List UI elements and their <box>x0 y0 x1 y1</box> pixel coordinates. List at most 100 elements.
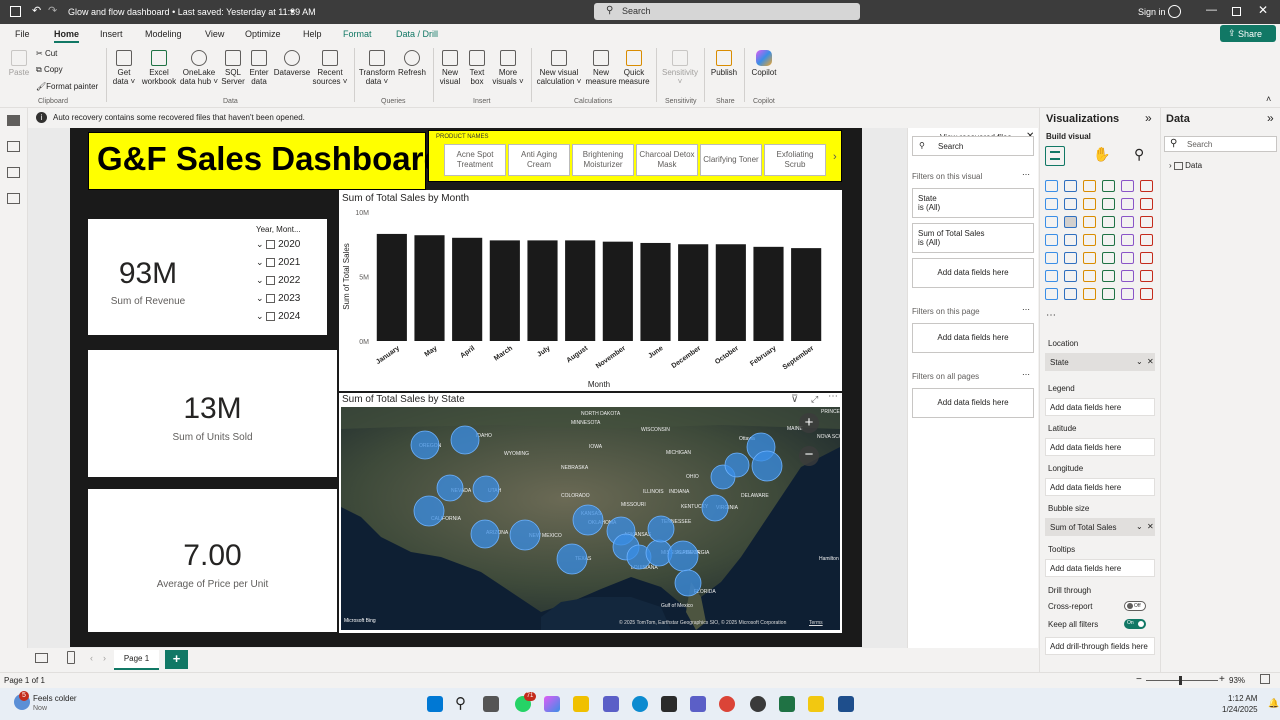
mobile-layout-icon[interactable] <box>67 651 75 664</box>
chevron-down-icon[interactable]: ⌄ <box>1136 522 1143 531</box>
map-bubble[interactable] <box>410 430 440 460</box>
transform-data-button[interactable]: Transform data ˅ <box>358 50 396 86</box>
page-tab[interactable]: Page 1 <box>114 650 159 670</box>
map-bubble[interactable] <box>470 519 500 549</box>
visual-type-icon[interactable] <box>1045 252 1058 264</box>
checkbox[interactable] <box>266 275 276 285</box>
title-dropdown-icon[interactable]: ▾ <box>290 7 294 16</box>
visual-type-icon[interactable] <box>1083 180 1096 192</box>
latitude-well[interactable]: Add data fields here <box>1045 438 1155 456</box>
keep-filters-toggle[interactable]: On <box>1124 619 1146 629</box>
menu-help[interactable]: Help <box>303 29 322 39</box>
checkbox[interactable] <box>266 311 276 321</box>
maximize-icon[interactable] <box>1232 7 1241 16</box>
model-view-icon[interactable] <box>7 167 20 178</box>
visual-type-icon[interactable] <box>1102 252 1115 264</box>
map-bubble[interactable] <box>450 425 480 455</box>
map-bubble[interactable] <box>701 494 729 522</box>
chevron-down-icon[interactable]: ⌄ <box>256 275 264 285</box>
visual-type-icon[interactable] <box>1045 180 1058 192</box>
report-view-icon[interactable] <box>7 115 20 126</box>
product-button[interactable]: Exfoliating Scrub <box>764 144 826 176</box>
share-button[interactable]: ⇪ Share <box>1220 25 1276 42</box>
notifications-icon[interactable]: 🔔 <box>1268 698 1279 709</box>
edge-icon[interactable] <box>632 696 648 712</box>
task-view-icon[interactable] <box>483 696 499 712</box>
minimize-icon[interactable]: — <box>1206 4 1217 16</box>
filter-card-state[interactable]: State is (All) <box>912 188 1034 218</box>
longitude-well[interactable]: Add data fields here <box>1045 478 1155 496</box>
visual-type-icon[interactable] <box>1045 234 1058 246</box>
format-painter-button[interactable]: 🖌Format painter <box>36 82 98 91</box>
visual-type-icon[interactable] <box>1121 288 1134 300</box>
visual-type-icon[interactable] <box>1140 198 1153 210</box>
refresh-button[interactable]: Refresh <box>397 50 427 77</box>
zoom-in-icon[interactable]: + <box>1219 674 1225 685</box>
visual-type-icon[interactable] <box>1102 234 1115 246</box>
year-slicer-item[interactable]: ⌄ 2023 <box>256 293 316 307</box>
paste-button[interactable]: Paste <box>6 50 32 77</box>
visual-type-icon[interactable] <box>1121 180 1134 192</box>
recent-sources-button[interactable]: Recent sources ˅ <box>312 50 348 86</box>
chevron-down-icon[interactable]: ⌄ <box>256 257 264 267</box>
product-button[interactable]: Anti Aging Cream <box>508 144 570 176</box>
visual-type-icon[interactable] <box>1140 288 1153 300</box>
copy-button[interactable]: ⧉ Copy <box>36 65 63 75</box>
visual-type-icon[interactable] <box>1045 270 1058 282</box>
product-button[interactable]: Brightening Moisturizer <box>572 144 634 176</box>
publish-button[interactable]: Publish <box>708 50 740 77</box>
app-icon[interactable] <box>690 696 706 712</box>
map-bubble[interactable] <box>556 543 588 575</box>
visual-type-icon[interactable] <box>1064 234 1077 246</box>
collapse-ribbon-icon[interactable]: ˄ <box>1266 94 1271 104</box>
map-bubble[interactable] <box>751 450 783 482</box>
save-icon[interactable] <box>10 6 21 17</box>
visual-type-icon[interactable] <box>1064 252 1077 264</box>
start-icon[interactable] <box>427 696 443 712</box>
visual-type-icon[interactable] <box>1083 198 1096 210</box>
chevron-down-icon[interactable]: ⌄ <box>256 311 264 321</box>
more-options-icon[interactable]: ⋯ <box>1022 370 1030 379</box>
menu-modeling[interactable]: Modeling <box>145 29 182 39</box>
analytics-icon[interactable]: ⚲ <box>1134 146 1144 163</box>
sign-in-link[interactable]: Sign in <box>1138 7 1166 17</box>
filter-drop-zone[interactable]: Add data fields here <box>912 258 1034 288</box>
new-visual-calc-button[interactable]: New visual calculation ˅ <box>535 50 583 86</box>
visual-type-icon[interactable] <box>1140 234 1153 246</box>
zoom-slider[interactable] <box>1146 676 1218 685</box>
visual-type-icon[interactable] <box>1102 270 1115 282</box>
bar-chart-visual[interactable]: Sum of Total Sales by Month Sum of Total … <box>339 190 842 391</box>
visual-type-icon[interactable] <box>1140 180 1153 192</box>
store-icon[interactable] <box>661 696 677 712</box>
visual-type-icon[interactable] <box>1121 216 1134 228</box>
drill-through-well[interactable]: Add drill-through fields here <box>1045 637 1155 655</box>
filter-drop-zone[interactable]: Add data fields here <box>912 388 1034 418</box>
cross-report-toggle[interactable]: Off <box>1124 601 1146 611</box>
menu-insert[interactable]: Insert <box>100 29 123 39</box>
sensitivity-button[interactable]: Sensitivity ˅ <box>660 50 700 86</box>
visual-type-icon[interactable] <box>1083 234 1096 246</box>
map-bubble[interactable] <box>572 504 604 536</box>
visual-type-icon[interactable] <box>1140 216 1153 228</box>
sql-server-button[interactable]: SQL Server <box>221 50 245 86</box>
map-terms-link[interactable]: Terms <box>809 620 823 626</box>
visual-type-icon[interactable] <box>1140 252 1153 264</box>
map-bubble[interactable] <box>509 519 541 551</box>
app-icon[interactable] <box>750 696 766 712</box>
visual-type-icon[interactable] <box>1064 180 1077 192</box>
filter-card-total-sales[interactable]: Sum of Total Sales is (All) <box>912 223 1034 253</box>
year-slicer-item[interactable]: ⌄ 2022 <box>256 275 316 289</box>
menu-data-drill[interactable]: Data / Drill <box>396 29 438 39</box>
visual-type-icon[interactable] <box>1102 288 1115 300</box>
visual-type-icon[interactable] <box>1102 216 1115 228</box>
menu-format[interactable]: Format <box>343 29 372 39</box>
year-slicer-item[interactable]: ⌄ 2024 <box>256 311 316 325</box>
chevron-right-icon[interactable]: › <box>833 151 837 163</box>
onelake-button[interactable]: OneLake data hub ˅ <box>179 50 219 86</box>
remove-field-icon[interactable]: ✕ <box>1147 357 1154 366</box>
menu-home[interactable]: Home <box>54 29 80 43</box>
copilot-taskbar-icon[interactable] <box>544 696 560 712</box>
checkbox[interactable] <box>266 293 276 303</box>
legend-well[interactable]: Add data fields here <box>1045 398 1155 416</box>
visual-type-icon[interactable] <box>1045 288 1058 300</box>
